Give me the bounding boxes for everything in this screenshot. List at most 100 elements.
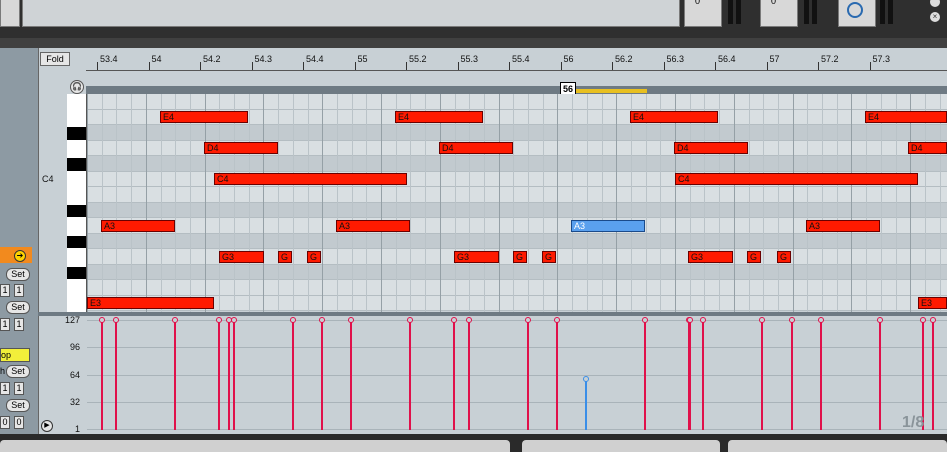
velocity-handle[interactable]: [348, 317, 354, 323]
velocity-handle[interactable]: [231, 317, 237, 323]
midi-note[interactable]: G3: [454, 250, 499, 263]
velocity-handle[interactable]: [554, 317, 560, 323]
midi-note[interactable]: A3: [571, 219, 645, 232]
num-field[interactable]: 1: [0, 284, 10, 297]
num-field[interactable]: 1: [14, 318, 24, 331]
velocity-handle[interactable]: [290, 317, 296, 323]
midi-note[interactable]: E3: [918, 297, 947, 309]
velocity-stem[interactable]: [233, 320, 235, 430]
toolbar-button-left[interactable]: [0, 0, 20, 27]
midi-note[interactable]: E4: [160, 111, 248, 123]
fold-button[interactable]: Fold: [40, 52, 70, 66]
velocity-stem[interactable]: [468, 320, 470, 430]
black-key[interactable]: [67, 204, 86, 217]
headphone-icon[interactable]: 🎧: [70, 80, 84, 94]
black-key[interactable]: [67, 158, 86, 171]
velocity-handle[interactable]: [759, 317, 765, 323]
midi-note[interactable]: D4: [439, 142, 513, 154]
velocity-stem[interactable]: [101, 320, 103, 430]
velocity-stem[interactable]: [791, 320, 793, 430]
num-field[interactable]: 0: [14, 416, 24, 429]
velocity-handle[interactable]: [216, 317, 222, 323]
set-button-2[interactable]: Set: [6, 301, 30, 314]
velocity-handle[interactable]: [700, 317, 706, 323]
toolbar-counter-1[interactable]: 0: [684, 0, 722, 27]
window-button-icon[interactable]: [930, 0, 940, 7]
velocity-stem[interactable]: [689, 320, 691, 430]
midi-note[interactable]: G: [777, 250, 791, 263]
close-icon[interactable]: ×: [930, 12, 940, 22]
velocity-stem[interactable]: [292, 320, 294, 430]
midi-note[interactable]: G: [278, 250, 292, 263]
loop-brace[interactable]: [575, 89, 647, 93]
black-key[interactable]: [67, 127, 86, 140]
midi-note[interactable]: G: [513, 250, 527, 263]
midi-note[interactable]: G3: [219, 250, 264, 263]
velocity-stem[interactable]: [218, 320, 220, 430]
midi-note[interactable]: A3: [101, 219, 175, 232]
midi-note[interactable]: D4: [908, 142, 947, 154]
velocity-stem[interactable]: [527, 320, 529, 430]
velocity-handle[interactable]: [818, 317, 824, 323]
arrow-right-icon[interactable]: ➔: [14, 250, 26, 262]
velocity-handle[interactable]: [466, 317, 472, 323]
black-key[interactable]: [67, 235, 86, 248]
velocity-handle[interactable]: [172, 317, 178, 323]
velocity-stem[interactable]: [820, 320, 822, 430]
midi-note[interactable]: C4: [214, 173, 407, 185]
toolbar-counter-2[interactable]: 0: [760, 0, 798, 27]
midi-note[interactable]: D4: [674, 142, 748, 154]
midi-note[interactable]: E4: [865, 111, 947, 123]
velocity-stem[interactable]: [350, 320, 352, 430]
velocity-stem[interactable]: [174, 320, 176, 430]
num-field[interactable]: 1: [14, 284, 24, 297]
num-field[interactable]: 1: [0, 382, 10, 395]
velocity-handle[interactable]: [920, 317, 926, 323]
num-field[interactable]: 1: [14, 382, 24, 395]
midi-note[interactable]: G: [747, 250, 761, 263]
midi-note[interactable]: E4: [395, 111, 483, 123]
velocity-handle[interactable]: [451, 317, 457, 323]
velocity-stem[interactable]: [228, 320, 230, 430]
num-field[interactable]: 0: [0, 416, 10, 429]
velocity-handle[interactable]: [99, 317, 105, 323]
black-key[interactable]: [67, 266, 86, 279]
num-field[interactable]: 1: [0, 318, 10, 331]
velocity-handle[interactable]: [687, 317, 693, 323]
velocity-stem[interactable]: [585, 379, 587, 430]
play-icon[interactable]: ▶: [41, 420, 53, 432]
velocity-handle[interactable]: [407, 317, 413, 323]
velocity-handle[interactable]: [877, 317, 883, 323]
velocity-stem[interactable]: [556, 320, 558, 430]
velocity-handle[interactable]: [930, 317, 936, 323]
velocity-handle[interactable]: [319, 317, 325, 323]
midi-note[interactable]: E3: [87, 297, 214, 309]
velocity-stem[interactable]: [702, 320, 704, 430]
velocity-handle[interactable]: [525, 317, 531, 323]
velocity-lane[interactable]: [87, 316, 947, 434]
midi-note[interactable]: E4: [630, 111, 718, 123]
velocity-stem[interactable]: [453, 320, 455, 430]
midi-note[interactable]: C4: [675, 173, 918, 185]
velocity-stem[interactable]: [879, 320, 881, 430]
loop-bar[interactable]: [86, 86, 947, 94]
midi-note[interactable]: G: [307, 250, 321, 263]
velocity-handle[interactable]: [789, 317, 795, 323]
set-button-1[interactable]: Set: [6, 268, 30, 281]
midi-note[interactable]: A3: [806, 219, 880, 232]
velocity-stem[interactable]: [409, 320, 411, 430]
piano-keyboard[interactable]: [67, 94, 87, 312]
note-grid[interactable]: E4 E4 E4 E4 D4 D4 D4 D4 C4 C4 A3 A3 A3 A3 G3 G G G3 G G G3 G G…: [87, 94, 947, 312]
velocity-handle[interactable]: [642, 317, 648, 323]
set-button-3[interactable]: Set: [6, 365, 30, 378]
velocity-stem[interactable]: [932, 320, 934, 430]
velocity-stem[interactable]: [761, 320, 763, 430]
knob-icon[interactable]: [847, 2, 863, 18]
velocity-stem[interactable]: [115, 320, 117, 430]
midi-note[interactable]: G3: [688, 250, 733, 263]
time-ruler[interactable]: 53.4 54 54.2 54.3 54.4 55 55.2 55.3 55.4 56 56.2 56…: [86, 48, 947, 71]
midi-note[interactable]: A3: [336, 219, 410, 232]
midi-note[interactable]: G: [542, 250, 556, 263]
midi-note[interactable]: D4: [204, 142, 278, 154]
velocity-stem[interactable]: [321, 320, 323, 430]
